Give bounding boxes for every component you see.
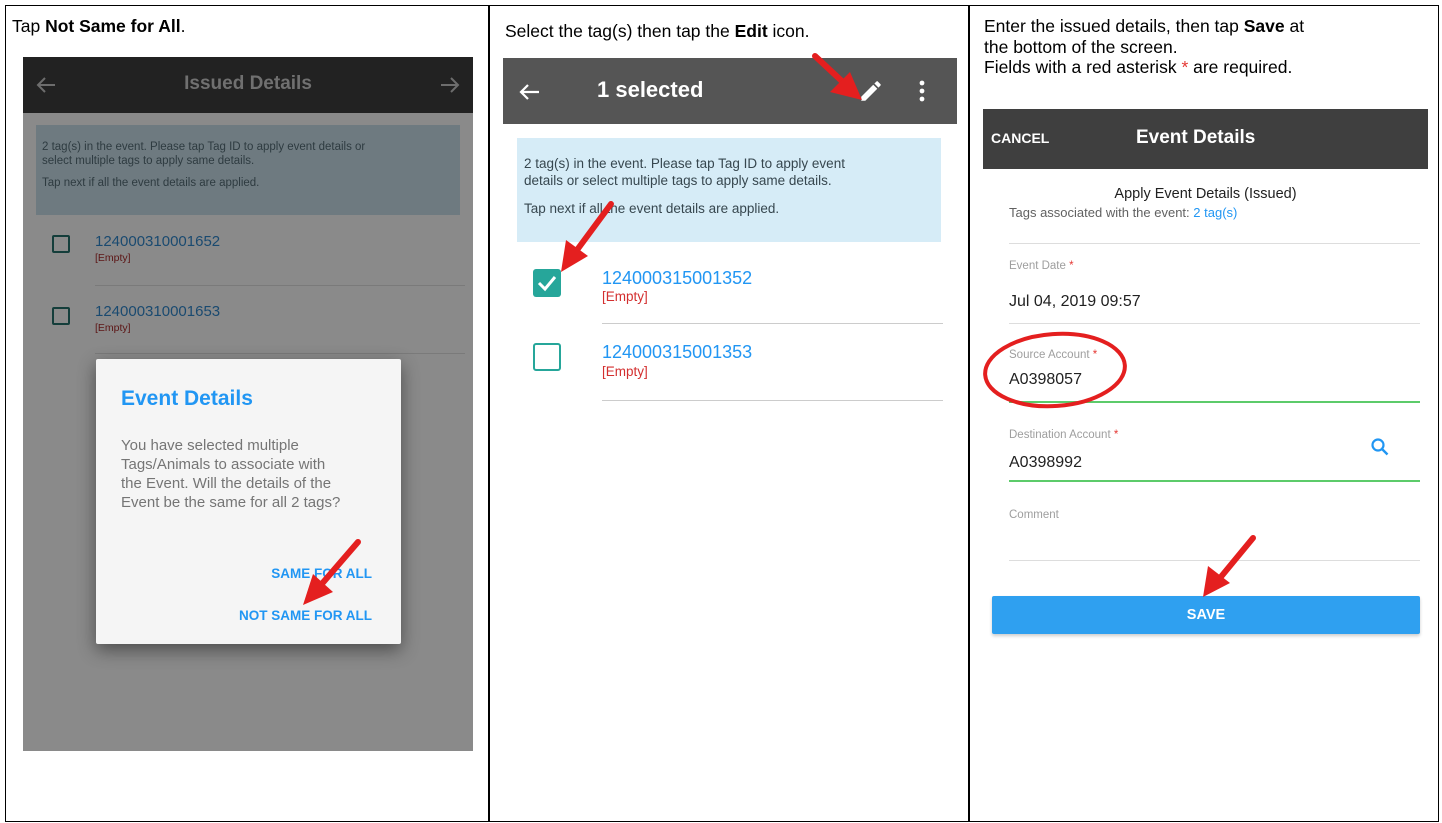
red-arrow-icon	[1203, 535, 1256, 597]
red-arrow-icon	[561, 201, 614, 272]
red-circle-highlight	[983, 331, 1127, 409]
red-arrow-icon	[303, 539, 361, 605]
red-arrow-icon	[812, 53, 862, 100]
annotation-overlay	[303, 53, 1256, 605]
